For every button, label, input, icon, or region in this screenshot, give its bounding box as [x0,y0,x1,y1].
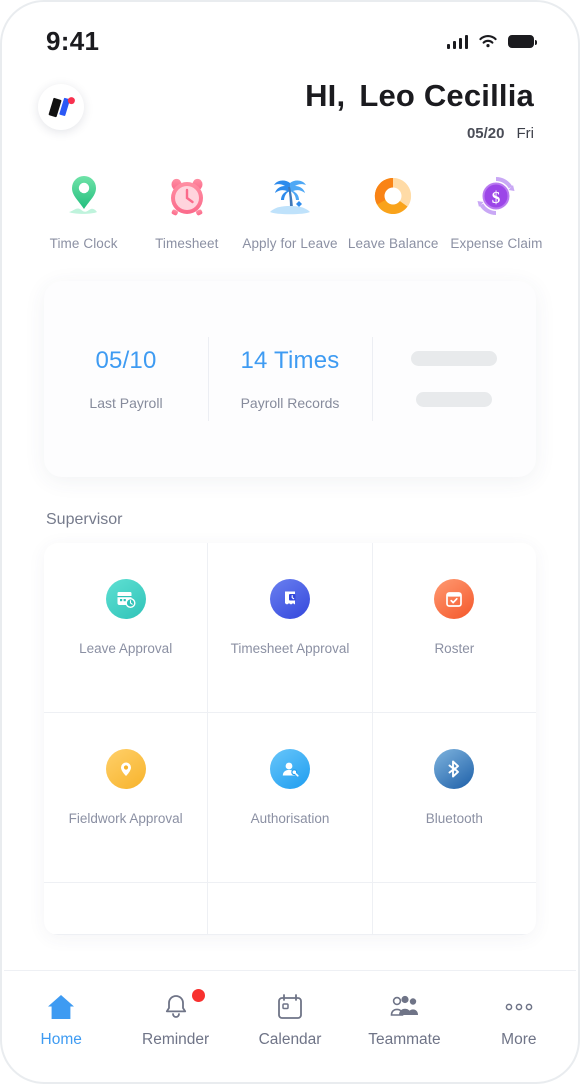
map-pin-icon [32,168,135,224]
supervisor-grid: Leave Approval Timesheet Approval Roster… [44,543,536,936]
tab-label: Teammate [368,1031,441,1048]
tab-label: More [501,1031,537,1048]
stat-last-payroll[interactable]: 05/10 Last Payroll [44,347,208,411]
greeting-line: HI, Leo Cecillia [305,78,534,114]
quick-action-label: Timesheet [155,236,219,251]
user-key-icon [269,749,310,790]
supervisor-item-roster[interactable]: Roster [372,543,536,714]
timesheet-clock-icon [269,579,310,620]
status-time: 9:41 [46,25,100,56]
calendar-icon [233,987,347,1027]
stat-caption: Last Payroll [89,395,163,412]
pin-location-icon [105,749,146,790]
date-line: 05/20 Fri [305,125,534,142]
supervisor-item-label: Roster [434,641,475,657]
people-group-icon [347,987,461,1027]
supervisor-item-timesheet-approval[interactable]: Timesheet Approval [208,543,373,714]
ellipsis-icon [462,987,576,1027]
weekday-value: Fri [516,125,535,142]
calendar-clock-icon [105,579,146,620]
tab-calendar[interactable]: Calendar [233,987,347,1049]
donut-chart-icon [342,168,445,224]
supervisor-row: Fieldwork Approval Authorisation Bluetoo… [44,713,536,884]
supervisor-row-partial [44,883,536,936]
bell-icon [118,987,232,1027]
tab-reminder[interactable]: Reminder [118,987,232,1049]
quick-action-apply-for-leave[interactable]: Apply for Leave [238,168,341,253]
tab-more[interactable]: More [462,987,576,1049]
palm-tree-island-icon [238,168,341,224]
tab-teammate[interactable]: Teammate [347,987,461,1049]
bottom-tab-bar: Home Reminder Calendar Teammate More [4,970,576,1080]
greeting-block: HI, Leo Cecillia 05/20 Fri [305,78,542,142]
date-value: 05/20 [466,125,505,142]
supervisor-item-label: Leave Approval [79,641,173,657]
supervisor-item-leave-approval[interactable]: Leave Approval [44,543,209,714]
supervisor-item-bluetooth[interactable]: Bluetooth [372,713,536,884]
supervisor-item-label: Fieldwork Approval [68,811,183,827]
quick-action-label: Expense Claim [450,236,543,251]
dollar-refresh-icon: $ [445,168,548,224]
svg-text:$: $ [492,188,501,207]
home-icon [4,987,118,1027]
signal-bars-icon [446,33,468,49]
quick-actions: Time Clock Timesheet Apply for Leave Lea… [2,142,578,253]
supervisor-item-label: Bluetooth [425,811,483,827]
tab-label: Calendar [258,1031,322,1048]
app-logo-icon[interactable] [38,84,84,130]
stat-payroll-records[interactable]: 14 Times Payroll Records [208,347,372,411]
supervisor-row: Leave Approval Timesheet Approval Roster [44,543,536,714]
quick-action-label: Apply for Leave [242,236,338,251]
supervisor-section-title: Supervisor [46,511,123,529]
stat-placeholder [372,351,536,408]
skeleton-loading-icon [378,351,530,408]
supervisor-item-authorisation[interactable]: Authorisation [208,713,373,884]
quick-action-time-clock[interactable]: Time Clock [32,168,135,253]
user-name: Leo Cecillia [359,78,534,113]
battery-icon [508,34,537,48]
supervisor-item-placeholder[interactable] [44,883,209,936]
bluetooth-icon [434,749,475,790]
quick-action-timesheet[interactable]: Timesheet [135,168,238,253]
calendar-check-icon [434,579,475,620]
alarm-clock-icon [135,168,238,224]
wifi-icon [479,34,497,47]
stat-caption: Payroll Records [240,395,340,412]
stat-value: 14 Times [240,347,340,375]
supervisor-item-fieldwork-approval[interactable]: Fieldwork Approval [44,713,209,884]
supervisor-item-label: Authorisation [250,811,330,827]
greeting-text: HI, [305,78,346,113]
status-icons [446,33,537,49]
supervisor-item-placeholder[interactable] [372,883,536,936]
status-bar: 9:41 [2,2,578,64]
quick-action-leave-balance[interactable]: Leave Balance [342,168,445,253]
quick-action-label: Time Clock [49,236,118,251]
app-header: HI, Leo Cecillia 05/20 Fri [2,64,578,142]
stat-value: 05/10 [95,347,157,375]
supervisor-item-label: Timesheet Approval [230,641,350,657]
tab-home[interactable]: Home [4,987,118,1049]
payroll-stats-card: 05/10 Last Payroll 14 Times Payroll Reco… [44,281,536,478]
quick-action-expense-claim[interactable]: $ Expense Claim [445,168,548,253]
phone-frame: 9:41 HI, Leo Cecillia 05/20 Fri Time Clo… [0,0,580,1084]
quick-action-label: Leave Balance [347,236,439,251]
tab-label: Reminder [142,1031,210,1048]
tab-label: Home [40,1031,82,1048]
reminder-badge [191,989,205,1002]
supervisor-item-placeholder[interactable] [208,883,373,936]
